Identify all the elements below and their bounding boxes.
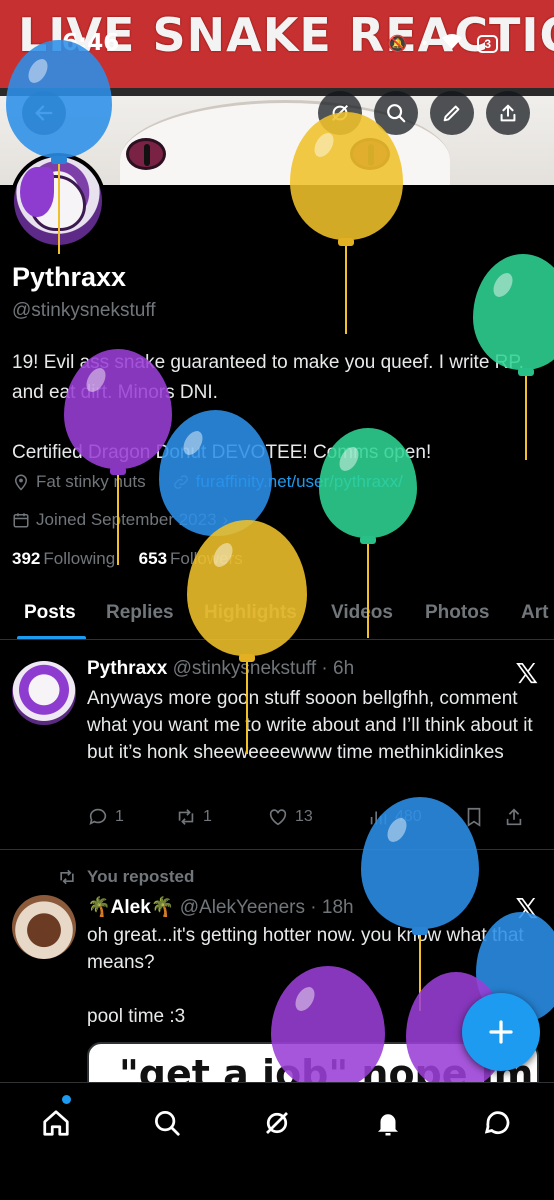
- nav-search[interactable]: [145, 1101, 189, 1145]
- search-icon: [155, 1111, 180, 1136]
- plus-icon: [489, 1020, 513, 1044]
- share-icon: [500, 104, 516, 122]
- profile-joined: Joined September 2023: [36, 510, 217, 529]
- search-icon: [387, 104, 406, 123]
- bell-icon: [378, 1114, 398, 1136]
- reply-count: 1: [115, 808, 124, 825]
- post-avatar[interactable]: [12, 895, 76, 959]
- followers-count: 653: [138, 549, 168, 568]
- like-count: 13: [295, 808, 313, 825]
- compose-button[interactable]: [462, 993, 540, 1071]
- grok-button[interactable]: [318, 91, 362, 135]
- post-author-name[interactable]: Pythraxx: [87, 658, 167, 679]
- avatar-hair: [20, 167, 54, 217]
- tab-replies[interactable]: Replies: [106, 602, 174, 624]
- grok-icon: [266, 1112, 288, 1134]
- mute-icon: 🔕: [387, 35, 408, 53]
- location-icon: [14, 474, 28, 491]
- home-notification-dot: [62, 1095, 71, 1104]
- back-button[interactable]: [22, 91, 66, 135]
- repost-button[interactable]: 1: [175, 806, 267, 828]
- post-meta: @stinkysnekstuff · 6h: [172, 658, 355, 679]
- profile-link[interactable]: furaffinity.net/user/pythraxx/: [196, 472, 403, 492]
- grok-icon: [331, 104, 349, 122]
- reply-icon: [89, 808, 107, 825]
- bookmark-icon: [467, 807, 481, 827]
- nav-grok[interactable]: [255, 1101, 299, 1145]
- following-count: 392: [12, 549, 41, 568]
- profile-location: Fat stinky nuts: [36, 472, 146, 491]
- share-button[interactable]: [486, 91, 530, 135]
- profile-handle: @stinkysnekstuff: [12, 300, 156, 321]
- following-link[interactable]: 392 Following: [12, 549, 115, 568]
- nav-notifications[interactable]: [366, 1101, 410, 1145]
- link-icon: [173, 475, 188, 489]
- x-logo-icon: 𝕏: [515, 892, 538, 925]
- repost-count: 1: [203, 808, 212, 825]
- views-button[interactable]: 480: [367, 806, 463, 828]
- repost-icon: [178, 809, 194, 825]
- bottom-nav: [0, 1082, 554, 1200]
- like-button[interactable]: 13: [267, 806, 367, 828]
- profile-name: Pythraxx: [12, 262, 127, 292]
- post-item[interactable]: Pythraxx @stinkysnekstuff · 6h 𝕏 Anyways…: [0, 641, 554, 850]
- snake-eye-left: [126, 138, 166, 170]
- active-tab-indicator: [17, 636, 86, 639]
- status-bar: 6:46 🔕 • 3: [0, 28, 554, 58]
- reply-button[interactable]: 1: [87, 806, 175, 828]
- status-time: 6:46: [62, 30, 120, 56]
- nav-home[interactable]: [34, 1101, 78, 1145]
- view-count: 480: [395, 808, 422, 825]
- tab-highlights[interactable]: Highlights: [204, 602, 297, 624]
- views-icon: [370, 811, 387, 825]
- tab-posts[interactable]: Posts: [24, 602, 76, 624]
- tab-photos[interactable]: Photos: [425, 602, 489, 624]
- repost-note-text: You reposted: [87, 867, 195, 886]
- followers-label: Followers: [170, 549, 243, 568]
- edit-button[interactable]: [430, 91, 474, 135]
- repost-icon: [60, 869, 74, 885]
- messages-icon: [484, 1111, 510, 1135]
- snake-eye-right: [350, 138, 390, 170]
- follow-counts: 392 Following 653 Followers: [12, 549, 243, 569]
- post-avatar[interactable]: [12, 661, 76, 725]
- post-actions: 1 1 13 480: [87, 804, 541, 830]
- repost-note: You reposted: [57, 867, 194, 887]
- profile-bio: 19! Evil ass snake guaranteed to make yo…: [12, 352, 524, 463]
- back-icon: [35, 105, 53, 121]
- edit-icon: [443, 105, 460, 122]
- post-header: 🌴Alek🌴 @AlekYeeners · 18h: [87, 895, 354, 919]
- heart-icon: [269, 809, 287, 826]
- profile-avatar[interactable]: [10, 153, 106, 249]
- followers-link[interactable]: 653 Followers: [139, 549, 243, 568]
- status-icons: 🔕 • 3: [388, 32, 498, 55]
- tab-art[interactable]: Art: [521, 602, 548, 624]
- following-label: Following: [43, 549, 116, 568]
- post-text: Anyways more goon stuff sooon bellgfhh, …: [87, 688, 538, 763]
- profile-joined-row: Joined September 2023 ›: [12, 510, 228, 530]
- chevron-right-icon[interactable]: ›: [223, 510, 229, 530]
- dot-icon: •: [421, 34, 428, 52]
- nav-messages[interactable]: [476, 1101, 520, 1145]
- post-share-button[interactable]: [503, 806, 525, 828]
- search-button[interactable]: [374, 91, 418, 135]
- profile-meta-row: Fat stinky nuts furaffinity.net/user/pyt…: [12, 472, 403, 492]
- profile-tabs: Posts Replies Highlights Videos Photos A…: [0, 592, 554, 640]
- share-icon: [506, 808, 522, 826]
- bookmark-button[interactable]: [463, 806, 503, 828]
- battery-icon: 3: [477, 34, 498, 53]
- tab-videos[interactable]: Videos: [331, 602, 393, 624]
- post-author-name[interactable]: 🌴Alek🌴: [87, 897, 174, 918]
- home-icon: [43, 1110, 69, 1136]
- post-meta: @AlekYeeners · 18h: [179, 897, 354, 918]
- wifi-icon: [441, 32, 463, 55]
- banner-strip: [0, 88, 554, 96]
- post-header: Pythraxx @stinkysnekstuff · 6h: [87, 658, 354, 680]
- calendar-icon: [13, 513, 29, 528]
